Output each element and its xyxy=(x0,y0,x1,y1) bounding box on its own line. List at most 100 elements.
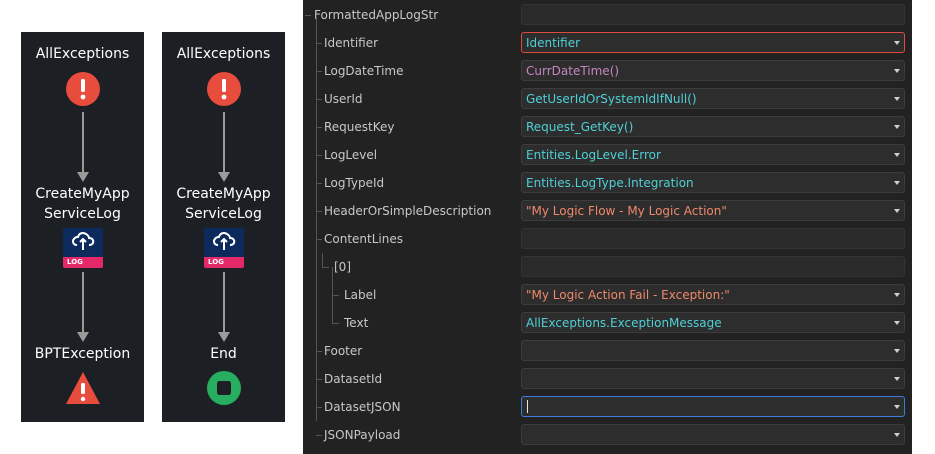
property-label: UserId xyxy=(324,92,363,106)
action-node-label-line1: CreateMyApp xyxy=(35,186,130,202)
property-value: Entities.LogLevel.Error xyxy=(526,148,661,162)
tree-line xyxy=(316,71,317,99)
header-expression-field[interactable]: "My Logic Flow - My Logic Action" xyxy=(521,200,905,221)
tree-line xyxy=(316,15,317,43)
end-node-label: End xyxy=(210,346,237,362)
exception-handler-icon[interactable] xyxy=(65,71,101,107)
tree-line xyxy=(332,295,333,323)
chevron-down-icon[interactable] xyxy=(894,69,900,73)
property-row-requestkey: RequestKey Request_GetKey() xyxy=(303,99,912,141)
property-label: Identifier xyxy=(324,36,379,50)
properties-panel: FormattedAppLogStr Identifier Identifier… xyxy=(303,0,912,454)
datasetjson-expression-field[interactable] xyxy=(521,396,905,417)
tree-line xyxy=(316,407,317,421)
footer-expression-field[interactable] xyxy=(521,340,905,361)
chevron-down-icon[interactable] xyxy=(894,153,900,157)
chevron-down-icon[interactable] xyxy=(894,377,900,381)
property-row-text: Text AllExceptions.ExceptionMessage xyxy=(303,295,912,337)
end-node-icon[interactable] xyxy=(206,370,242,406)
tree-line xyxy=(316,155,317,183)
text-expression-field[interactable]: AllExceptions.ExceptionMessage xyxy=(521,312,905,333)
chevron-down-icon[interactable] xyxy=(894,181,900,185)
tree-line xyxy=(316,127,317,155)
property-label: HeaderOrSimpleDescription xyxy=(324,204,492,218)
tree-line xyxy=(316,435,322,436)
chevron-down-icon[interactable] xyxy=(894,209,900,213)
arrow-down-icon xyxy=(218,172,230,182)
property-value: GetUserIdOrSystemIdIfNull() xyxy=(526,92,697,106)
datasetid-expression-field[interactable] xyxy=(521,368,905,389)
property-label: ContentLines xyxy=(324,232,403,246)
chevron-down-icon[interactable] xyxy=(894,97,900,101)
property-value: Request_GetKey() xyxy=(526,120,634,134)
arrow-down-icon xyxy=(77,172,89,182)
requestkey-expression-field[interactable]: Request_GetKey() xyxy=(521,116,905,137)
label-expression-field[interactable]: "My Logic Action Fail - Exception:" xyxy=(521,284,905,305)
property-value: "My Logic Action Fail - Exception:" xyxy=(526,288,730,302)
chevron-down-icon[interactable] xyxy=(894,125,900,129)
tree-line xyxy=(316,211,317,239)
logdatetime-expression-field[interactable]: CurrDateTime() xyxy=(521,60,905,81)
tree-line xyxy=(316,351,317,379)
chevron-down-icon[interactable] xyxy=(894,321,900,325)
start-node-label: AllExceptions xyxy=(35,46,130,62)
cloud-log-icon[interactable]: LOG xyxy=(204,228,244,268)
property-value: AllExceptions.ExceptionMessage xyxy=(526,316,722,330)
tree-line xyxy=(316,295,317,323)
property-row-contentlines: ContentLines xyxy=(303,211,912,253)
property-row-formattedapplogstr: FormattedAppLogStr xyxy=(303,1,912,29)
tree-line xyxy=(322,267,329,268)
tree-line xyxy=(332,323,339,324)
cloud-log-icon[interactable]: LOG xyxy=(63,228,103,268)
property-row-label: Label "My Logic Action Fail - Exception:… xyxy=(303,267,912,309)
chevron-down-icon[interactable] xyxy=(894,349,900,353)
flow-connector xyxy=(82,112,84,174)
tree-line xyxy=(332,295,339,296)
tree-line xyxy=(316,267,317,295)
property-label: DatasetJSON xyxy=(324,400,401,414)
property-value: CurrDateTime() xyxy=(526,64,620,78)
tree-line xyxy=(316,99,317,127)
chevron-down-icon[interactable] xyxy=(894,433,900,437)
property-row-identifier: Identifier Identifier xyxy=(303,15,912,57)
text-cursor xyxy=(527,400,528,413)
property-value: Identifier xyxy=(526,36,581,50)
exception-handler-icon[interactable] xyxy=(206,71,242,107)
property-label: Footer xyxy=(324,344,363,358)
jsonpayload-expression-field[interactable] xyxy=(521,424,905,445)
flow-connector xyxy=(82,272,84,334)
tree-line xyxy=(305,15,311,16)
property-label: DatasetId xyxy=(324,372,383,386)
property-row-datasetjson: DatasetJSON xyxy=(303,379,912,421)
property-row-index-0: [0] xyxy=(303,239,912,281)
property-row-loglevel: LogLevel Entities.LogLevel.Error xyxy=(303,127,912,169)
chevron-down-icon[interactable] xyxy=(894,405,900,409)
property-label: FormattedAppLogStr xyxy=(314,8,439,22)
loglevel-expression-field[interactable]: Entities.LogLevel.Error xyxy=(521,144,905,165)
property-row-userid: UserId GetUserIdOrSystemIdIfNull() xyxy=(303,71,912,113)
property-label: JSONPayload xyxy=(324,428,401,442)
action-node-label-line1: CreateMyApp xyxy=(176,186,271,202)
property-field[interactable] xyxy=(521,4,905,25)
property-label: LogTypeId xyxy=(324,176,385,190)
property-label: LogDateTime xyxy=(324,64,404,78)
chevron-down-icon[interactable] xyxy=(894,293,900,297)
tree-line xyxy=(316,43,317,71)
log-icon-text: LOG xyxy=(63,257,103,268)
property-row-jsonpayload: JSONPayload xyxy=(303,407,912,449)
property-label: Text xyxy=(344,316,369,330)
property-value: Entities.LogType.Integration xyxy=(526,176,694,190)
property-row-logdatetime: LogDateTime CurrDateTime() xyxy=(303,43,912,85)
logtypeid-expression-field[interactable]: Entities.LogType.Integration xyxy=(521,172,905,193)
chevron-down-icon[interactable] xyxy=(894,41,900,45)
property-value: "My Logic Flow - My Logic Action" xyxy=(526,204,727,218)
arrow-down-icon xyxy=(77,332,89,342)
action-node-label-line2: ServiceLog xyxy=(185,206,262,222)
end-node-label: BPTException xyxy=(34,346,131,362)
raise-exception-icon[interactable] xyxy=(65,370,101,406)
identifier-expression-field[interactable]: Identifier xyxy=(521,32,905,53)
userid-expression-field[interactable]: GetUserIdOrSystemIdIfNull() xyxy=(521,88,905,109)
property-row-logtypeid: LogTypeId Entities.LogType.Integration xyxy=(303,155,912,197)
property-field[interactable] xyxy=(521,228,905,249)
property-field[interactable] xyxy=(521,256,905,277)
